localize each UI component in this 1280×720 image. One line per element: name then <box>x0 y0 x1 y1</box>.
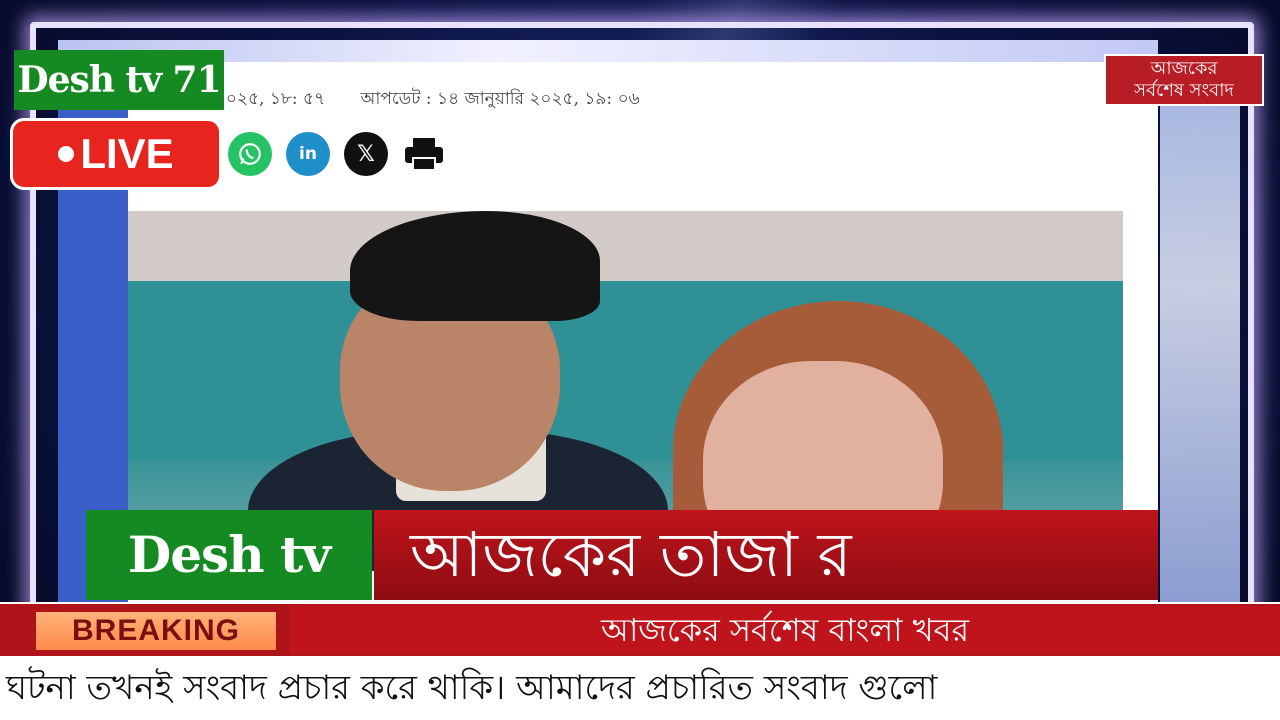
article-meta: জানুয়ারি ২০২৫, ১৮: ৫৭ আপডেট : ১৪ জানুয়… <box>150 86 670 114</box>
whatsapp-icon[interactable] <box>228 132 272 176</box>
breaking-bar: BREAKING আজকের সর্বশেষ বাংলা খবর <box>0 602 1280 656</box>
ticker-text: ঘটনা তখনই সংবাদ প্রচার করে থাকি। আমাদের … <box>6 668 938 708</box>
share-row: in 𝕏 <box>228 132 446 176</box>
breaking-label: BREAKING <box>36 612 276 650</box>
live-badge: LIVE <box>10 118 222 190</box>
lower-third-headline: আজকের তাজা র <box>374 510 1158 600</box>
lower-third-brand: Desh tv 71 <box>86 510 372 674</box>
breaking-text: আজকের সর্বশেষ বাংলা খবর <box>290 606 1280 654</box>
corner-logo-line1: আজকের <box>1150 58 1218 79</box>
linkedin-label: in <box>299 144 317 164</box>
linkedin-icon[interactable]: in <box>286 132 330 176</box>
x-icon[interactable]: 𝕏 <box>344 132 388 176</box>
print-icon[interactable] <box>402 132 446 176</box>
news-ticker: ঘটনা তখনই সংবাদ প্রচার করে থাকি। আমাদের … <box>0 656 1280 720</box>
corner-logo: আজকের সর্বশেষ সংবাদ <box>1104 54 1264 106</box>
corner-logo-line2: সর্বশেষ সংবাদ <box>1134 80 1234 101</box>
live-label: LIVE <box>80 130 174 177</box>
updated-date: আপডেট : ১৪ জানুয়ারি ২০২৫, ১৯: ০৬ <box>360 89 640 109</box>
photo-wall <box>128 211 1123 281</box>
channel-logo: Desh tv 71 <box>14 50 224 110</box>
live-dot-icon <box>58 146 75 162</box>
x-label: 𝕏 <box>357 141 375 167</box>
